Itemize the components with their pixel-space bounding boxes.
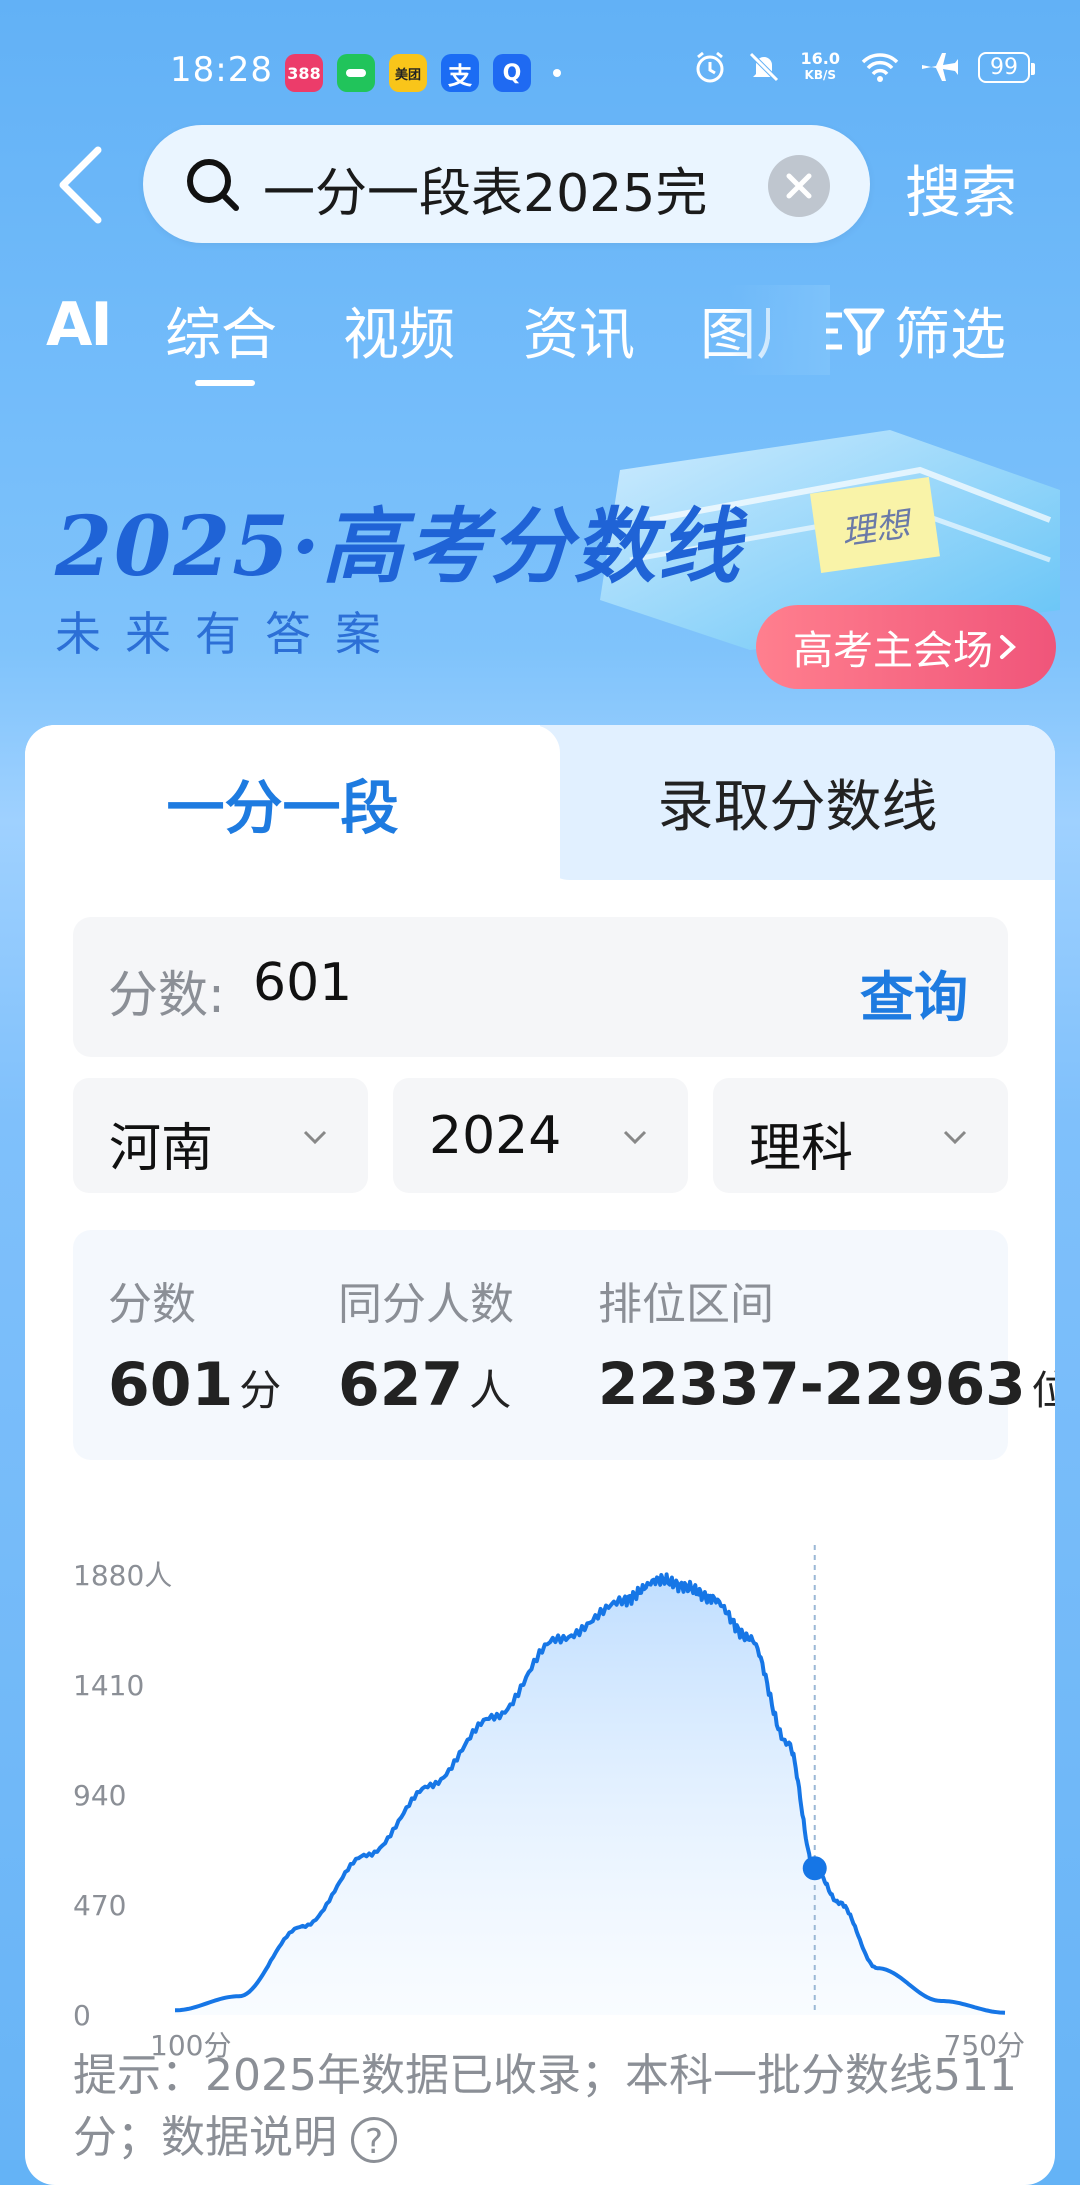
chevron-down-icon [303,1130,327,1145]
y-axis-tick-label: 470 [73,1889,126,1922]
search-button[interactable]: 搜索 [905,148,1017,229]
stat-rank-range: 排位区间 22337-22963 位 [598,1268,1055,1418]
active-tab-indicator [195,380,255,386]
result-stats-panel: 分数 601 分 同分人数 627 人 排位区间 22337-22963 位 [73,1230,1055,1460]
y-axis-tick-label: 1880人 [73,1559,172,1592]
chevron-right-icon [1000,635,1016,659]
stat-rank-unit: 位 [1031,1368,1055,1414]
data-tip: 提示：2025年数据已收录；本科一批分数线511分；数据说明 ? [73,2045,1023,2169]
year-value: 2024 [429,1106,562,1166]
wifi-icon [861,53,899,82]
stat-same-score-count: 同分人数 627 人 [338,1268,514,1420]
score-input[interactable]: 601 [253,953,352,1013]
search-icon [187,159,239,211]
chevron-down-icon [623,1130,647,1145]
province-select[interactable]: 河南 [73,1078,368,1193]
query-button[interactable]: 查询 [860,953,968,1032]
tabs-fade-overlay [730,285,830,375]
status-bar: 18:28 388 美团 支 Q 16.0 KB/S 99 [0,40,1080,104]
stat-count-header: 同分人数 [338,1279,514,1330]
data-tip-text: 提示：2025年数据已收录；本科一批分数线511分；数据说明 [73,2050,1017,2163]
battery-indicator: 99 [978,51,1035,83]
subject-select[interactable]: 理科 [713,1078,1008,1193]
status-app-icons: 388 美团 支 Q [285,54,561,92]
card-tab-switch: 录取分数线 一分一段 [25,725,1055,880]
y-axis-tick-label: 0 [73,1999,91,2032]
tab-ai[interactable]: AI [46,290,113,360]
meituan-icon: 美团 [389,54,427,92]
banner-sticky-note: 理想 [810,477,940,573]
tab-video[interactable]: 视频 [343,290,455,371]
tab-news[interactable]: 资讯 [523,290,635,371]
tab-comprehensive[interactable]: 综合 [165,290,277,371]
province-value: 河南 [109,1119,214,1179]
stat-rank-value: 22337-22963 [598,1350,1026,1418]
subject-value: 理科 [749,1119,854,1179]
app-388-icon: 388 [285,54,323,92]
search-category-tabs: AI 综合 视频 资讯 图片 筛选 [0,285,1080,386]
mute-icon [748,52,779,82]
alipay-icon: 支 [441,54,479,92]
filter-label: 筛选 [894,303,1006,368]
gaokao-hub-button[interactable]: 高考主会场 [756,605,1056,689]
chevron-down-icon [943,1130,967,1145]
score-rank-card: 录取分数线 一分一段 分数: 601 查询 河南 2024 理科 分数 601 分… [25,725,1055,2185]
clear-search-button[interactable] [768,155,830,217]
notification-dot [553,69,561,77]
banner-title: 2025·高考分数线 [55,499,742,595]
stat-score-value: 601 [108,1350,234,1420]
year-select[interactable]: 2024 [393,1078,688,1193]
search-input[interactable]: 一分一段表2025完 [143,125,870,243]
selected-score-marker[interactable] [802,1856,827,1881]
status-time: 18:28 [170,50,273,90]
score-label: 分数: [108,966,225,1024]
tab-score-rank[interactable]: 一分一段 [25,725,540,880]
stat-score: 分数 601 分 [108,1268,281,1420]
alarm-icon [696,51,724,83]
search-query-text: 一分一段表2025完 [263,164,708,224]
tab-admission-score-lines[interactable]: 录取分数线 [540,725,1055,880]
filter-icon [826,308,885,355]
filter-button[interactable]: 筛选 [822,290,1006,371]
wechat-pay-icon [337,54,375,92]
distribution-area [175,1574,1005,2015]
net-speed: 16.0 KB/S [800,49,840,83]
stat-score-header: 分数 [108,1279,196,1330]
stat-score-unit: 分 [239,1366,282,1415]
close-icon [786,173,812,199]
score-input-box[interactable]: 分数: 601 查询 [73,917,1008,1057]
help-icon[interactable]: ? [351,2117,397,2163]
gaokao-hub-label: 高考主会场 [793,628,993,674]
score-distribution-chart: 1880人14109404700 100分 750分 [73,1545,1025,2062]
stat-count-unit: 人 [469,1366,512,1415]
banner-subtitle: 未来有答案 [55,607,405,661]
airplane-icon [922,53,958,81]
stat-count-value: 627 [338,1350,464,1420]
app-q-icon: Q [493,54,531,92]
y-axis-tick-label: 940 [73,1779,126,1812]
back-arrow-icon[interactable] [48,140,118,230]
y-axis-tick-label: 1410 [73,1669,144,1702]
stat-rank-header: 排位区间 [598,1279,774,1330]
